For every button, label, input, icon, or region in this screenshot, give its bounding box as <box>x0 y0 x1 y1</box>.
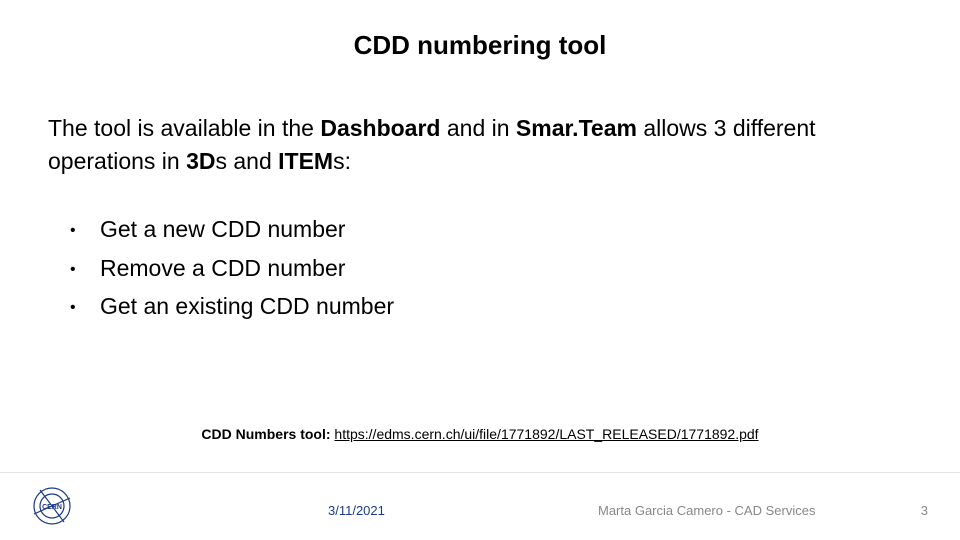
reference-label: CDD Numbers tool: <box>201 426 334 442</box>
intro-bold-smarteam: Smar.Team <box>516 115 637 141</box>
footer: CERN 3/11/2021 Marta Garcia Camero - CAD… <box>0 472 960 540</box>
bullet-list: Get a new CDD number Remove a CDD number… <box>70 212 394 328</box>
svg-text:CERN: CERN <box>42 504 62 511</box>
bullet-2: Remove a CDD number <box>70 251 394 286</box>
cern-logo-icon: CERN <box>30 484 74 528</box>
intro-text-2: and in <box>440 115 515 141</box>
reference-line: CDD Numbers tool: https://edms.cern.ch/u… <box>0 426 960 442</box>
slide-title: CDD numbering tool <box>0 30 960 61</box>
intro-text-1: The tool is available in the <box>48 115 320 141</box>
intro-paragraph: The tool is available in the Dashboard a… <box>48 112 912 179</box>
intro-text-4: s and <box>216 148 279 174</box>
intro-bold-dashboard: Dashboard <box>320 115 440 141</box>
footer-author: Marta Garcia Camero - CAD Services <box>598 503 815 518</box>
footer-date: 3/11/2021 <box>328 503 385 518</box>
intro-bold-item: ITEM <box>278 148 333 174</box>
reference-url[interactable]: https://edms.cern.ch/ui/file/1771892/LAS… <box>334 426 758 442</box>
intro-text-5: s: <box>333 148 351 174</box>
bullet-1: Get a new CDD number <box>70 212 394 247</box>
footer-page-number: 3 <box>921 503 928 518</box>
bullet-3: Get an existing CDD number <box>70 289 394 324</box>
slide: CDD numbering tool The tool is available… <box>0 0 960 540</box>
intro-bold-3d: 3D <box>186 148 215 174</box>
